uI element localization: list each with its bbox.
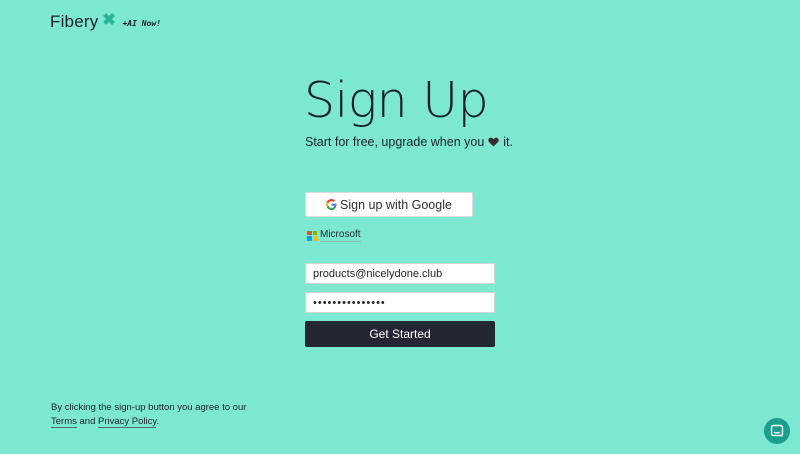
page-subtitle: Start for free, upgrade when you it. [305, 135, 513, 149]
privacy-policy-link[interactable]: Privacy Policy [98, 416, 157, 428]
google-signup-label: Sign up with Google [340, 197, 452, 212]
microsoft-label: Microsoft [320, 229, 361, 242]
microsoft-icon [307, 230, 317, 241]
email-field[interactable] [305, 263, 495, 284]
legal-text: By clicking the sign-up button you agree… [51, 402, 247, 413]
brand-mark-icon [103, 13, 116, 25]
google-signup-button[interactable]: Sign up with Google [305, 192, 473, 217]
brand-tagline: +AI Now! [122, 19, 161, 28]
google-icon [326, 199, 337, 210]
legal-notice: By clicking the sign-up button you agree… [51, 401, 271, 429]
legal-and-text: and [79, 416, 96, 427]
subtitle-end: it. [503, 135, 514, 149]
password-field[interactable] [305, 292, 495, 313]
get-started-button[interactable]: Get Started [305, 321, 495, 347]
brand-name: Fibery [50, 12, 99, 31]
terms-link[interactable]: Terms [51, 416, 77, 428]
microsoft-signup-link[interactable]: Microsoft [307, 229, 361, 242]
legal-period: . [156, 416, 160, 427]
page-title: Sign Up [304, 72, 489, 129]
brand-logo[interactable]: Fibery +AI Now! [50, 12, 161, 32]
chat-icon [770, 424, 784, 437]
subtitle-text: Start for free, upgrade when you [305, 135, 485, 149]
heart-icon [488, 137, 499, 147]
chat-widget-button[interactable] [764, 418, 790, 444]
